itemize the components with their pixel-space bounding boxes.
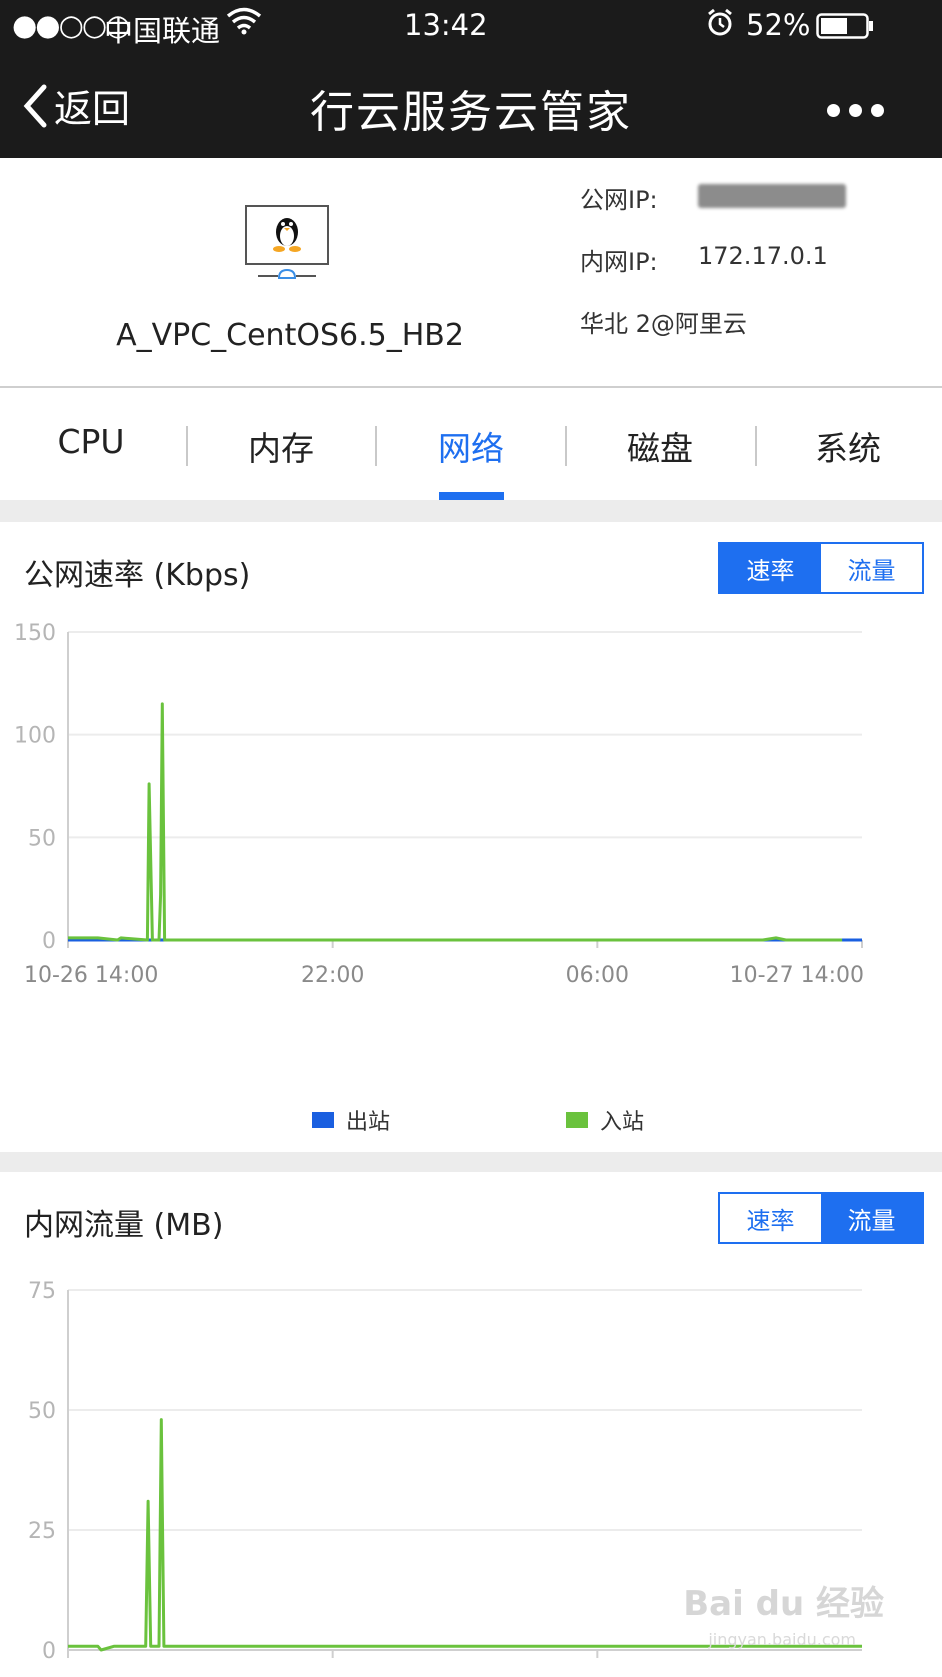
x-tick-label: 22:00 — [301, 963, 364, 988]
section-title: 公网速率 (Kbps) — [24, 558, 251, 593]
tab-system[interactable]: 系统 — [753, 422, 942, 470]
status-bar: ●●○○○ 中国联通 13:42 52% — [0, 0, 942, 48]
rate-traffic-toggle: 速率 流量 — [718, 542, 924, 594]
section-divider — [0, 1152, 942, 1172]
region-label: 华北 2@阿里云 — [580, 310, 747, 338]
series-line-inbound — [68, 702, 843, 942]
tab-cpu[interactable]: CPU — [0, 422, 186, 461]
watermark-text: Bai du 经验 — [683, 1584, 884, 1624]
public-rate-chart: 0 50 100 150 10-26 14:00 22:00 06:00 10-27 14:0… — [14, 622, 864, 988]
x-tick-label: 10-26 14:00 — [24, 963, 158, 988]
server-info-card: A_VPC_CentOS6.5_HB2 公网IP: 内网IP: 172.17.0… — [0, 158, 942, 386]
redacted-ip-mask — [698, 184, 846, 208]
y-tick-label: 75 — [28, 1279, 56, 1304]
legend-swatch — [566, 1112, 588, 1128]
clock-time: 13:42 — [404, 8, 488, 42]
wifi-icon — [226, 6, 262, 43]
traffic-toggle-button[interactable]: 流量 — [821, 1194, 922, 1242]
rate-traffic-toggle: 速率 流量 — [718, 1192, 924, 1244]
y-tick-label: 100 — [14, 724, 56, 749]
private-ip-label: 内网IP: — [580, 248, 658, 276]
legend-label: 入站 — [600, 1110, 645, 1135]
private-traffic-section: 内网流量 (MB) 速率 流量 0 25 50 75 Bai du 经验 jingya… — [0, 1172, 942, 1677]
x-tick-label: 06:00 — [566, 963, 629, 988]
legend-swatch — [312, 1112, 334, 1128]
public-ip-label: 公网IP: — [580, 186, 658, 214]
legend-item-inbound: 入站 — [566, 1104, 644, 1136]
page-title: 行云服务云管家 — [310, 87, 632, 138]
x-tick-label: 10-27 14:00 — [730, 963, 864, 988]
tab-disk[interactable]: 磁盘 — [565, 422, 755, 470]
section-divider — [0, 500, 942, 522]
y-tick-label: 0 — [42, 929, 56, 954]
rate-toggle-button[interactable]: 速率 — [720, 1194, 821, 1242]
section-title: 内网流量 (MB) — [24, 1208, 224, 1243]
private-ip-value: 172.17.0.1 — [698, 242, 828, 270]
battery-percent: 52% — [746, 8, 811, 42]
battery-icon — [816, 12, 874, 46]
y-tick-label: 0 — [42, 1639, 56, 1664]
top-bar: ●●○○○ 中国联通 13:42 52% 返回 行云服务云管家 — [0, 0, 942, 158]
private-ip-row: 内网IP: 172.17.0.1 — [580, 242, 828, 277]
alarm-icon — [706, 8, 734, 45]
tab-network[interactable]: 网络 — [376, 422, 566, 470]
y-tick-label: 150 — [14, 622, 56, 646]
server-name: A_VPC_CentOS6.5_HB2 — [116, 318, 464, 353]
traffic-toggle-button[interactable]: 流量 — [821, 544, 922, 592]
metric-tabs: CPU 内存 网络 磁盘 系统 — [0, 386, 942, 502]
carrier-name: 中国联通 — [104, 14, 221, 48]
legend-label: 出站 — [346, 1110, 391, 1135]
tab-memory[interactable]: 内存 — [186, 422, 376, 470]
public-rate-section: 公网速率 (Kbps) 速率 流量 0 50 100 150 10-26 14:00 22… — [0, 522, 942, 1152]
more-menu-icon[interactable] — [827, 104, 884, 117]
legend-item-outbound: 出站 — [312, 1104, 390, 1136]
nav-bar: 返回 行云服务云管家 — [0, 48, 942, 158]
public-ip-row: 公网IP: — [580, 180, 846, 215]
linux-server-icon — [244, 204, 330, 288]
rate-toggle-button[interactable]: 速率 — [720, 544, 821, 592]
y-tick-label: 50 — [28, 1399, 56, 1424]
baidu-watermark: Bai du 经验 — [683, 1576, 884, 1625]
watermark-url: jingyan.baidu.com — [708, 1630, 856, 1649]
y-tick-label: 25 — [28, 1519, 56, 1544]
y-tick-label: 50 — [28, 826, 56, 851]
